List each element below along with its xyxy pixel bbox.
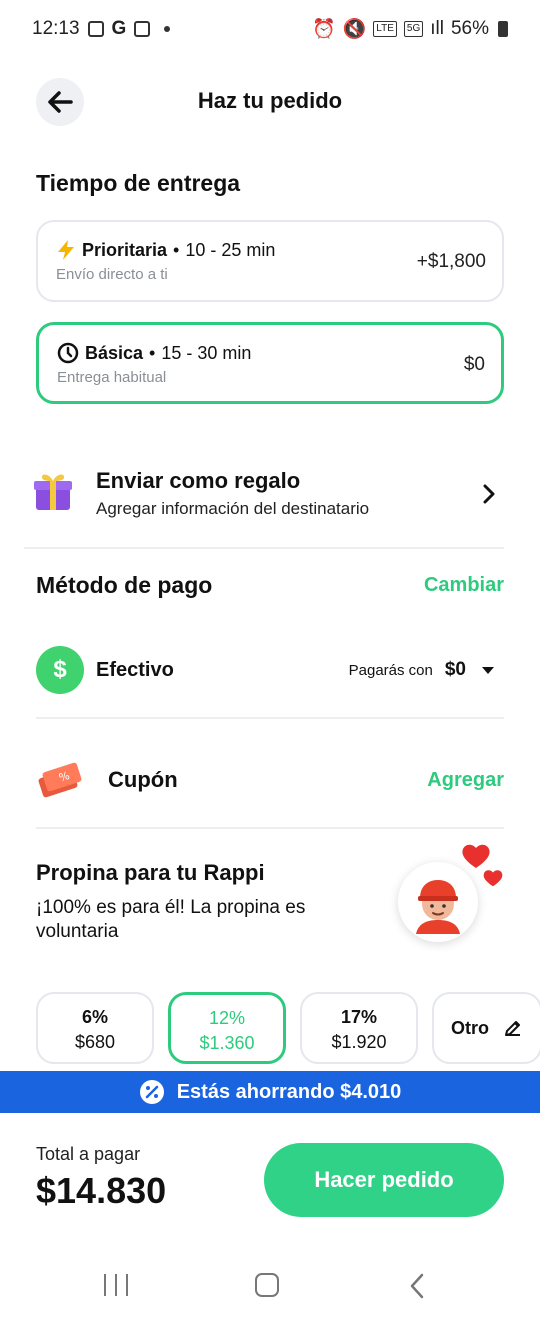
header: Haz tu pedido (0, 76, 540, 126)
divider (24, 547, 504, 549)
tip-percent: 12% (208, 1008, 246, 1028)
status-bar: 12:13 G ⏰ 🔇 LTE 5G ıll 56% (0, 0, 540, 58)
change-payment-button[interactable]: Cambiar (424, 574, 504, 597)
caret-down-icon (482, 666, 494, 674)
pay-with-selector[interactable]: Pagarás con $0 (349, 659, 494, 681)
delivery-section-title: Tiempo de entrega (36, 170, 241, 196)
tip-options: 6% $680 12% $1.360 17% $1.920 Otro (36, 992, 540, 1064)
tip-other-label: Otro (451, 1017, 489, 1038)
courier-icon (416, 880, 460, 934)
delivery-option-name: Básica (85, 342, 144, 363)
delivery-option-price: +$1,800 (416, 251, 486, 272)
system-back-button[interactable] (408, 1272, 426, 1300)
discount-badge-icon (139, 1080, 164, 1104)
tip-amount: $1.920 (331, 1032, 387, 1052)
delivery-option-prioritaria[interactable]: Prioritaria • 10 - 25 min Envío directo … (36, 220, 504, 302)
lightning-icon (58, 240, 74, 260)
pay-with-amount: $0 (444, 659, 466, 680)
calendar-icon (134, 21, 151, 37)
tip-option-other[interactable]: Otro (432, 992, 540, 1064)
page-title: Haz tu pedido (197, 88, 343, 113)
divider (36, 717, 504, 719)
courier-avatar (398, 862, 478, 942)
tip-option-17[interactable]: 17% $1.920 (300, 992, 418, 1064)
tip-option-12[interactable]: 12% $1.360 (168, 992, 286, 1064)
place-order-button[interactable]: Hacer pedido (264, 1143, 504, 1217)
payment-section-title: Método de pago (36, 572, 213, 598)
heart-icon (462, 844, 490, 868)
payment-method-row[interactable]: $ Efectivo Pagarás con $0 (36, 646, 504, 696)
gift-subtitle: Agregar información del destinatario (96, 499, 370, 518)
chevron-right-icon (483, 484, 495, 504)
cash-icon: $ (36, 646, 84, 694)
heart-icon (483, 870, 503, 887)
delivery-option-name: Prioritaria (82, 239, 168, 260)
total-amount: $14.830 (36, 1170, 167, 1211)
battery-icon (498, 21, 508, 37)
delivery-option-subtitle: Envío directo a ti (56, 266, 168, 283)
status-time: 12:13 (32, 18, 80, 39)
tip-subtitle: ¡100% es para él! La propina es voluntar… (36, 897, 306, 942)
coupon-label: Cupón (108, 767, 178, 792)
tip-amount: $680 (74, 1032, 116, 1052)
delivery-option-subtitle: Entrega habitual (57, 369, 167, 386)
alarm-icon: ⏰ (311, 19, 336, 40)
tip-percent: 6% (81, 1007, 108, 1027)
divider (36, 827, 504, 829)
delivery-option-eta: 15 - 30 min (161, 342, 252, 363)
home-button[interactable] (255, 1273, 279, 1297)
battery-percent: 56% (450, 18, 489, 39)
network-type-icon: 5G (403, 21, 424, 37)
signal-icon: ıll (430, 18, 444, 39)
gift-icon (34, 474, 72, 510)
clock-icon (57, 342, 79, 364)
delivery-option-basica[interactable]: Básica • 15 - 30 min Entrega habitual $0 (36, 322, 504, 404)
gift-title: Enviar como regalo (96, 468, 301, 493)
pencil-icon (505, 1021, 520, 1036)
notification-dot-icon (164, 26, 171, 32)
send-as-gift-row[interactable]: Enviar como regalo Agregar información d… (32, 462, 504, 528)
payment-method-label: Efectivo (96, 659, 174, 681)
add-coupon-button[interactable]: Agregar (427, 769, 504, 792)
tip-amount: $1.360 (199, 1033, 255, 1053)
tip-percent: 17% (340, 1007, 378, 1027)
delivery-option-eta: 10 - 25 min (185, 239, 276, 260)
tip-option-6[interactable]: 6% $680 (36, 992, 154, 1064)
pay-with-label: Pagarás con (348, 661, 433, 679)
gallery-icon (87, 21, 104, 37)
coupon-icon: % (38, 762, 82, 798)
savings-banner: Estás ahorrando $4.010 (0, 1071, 540, 1113)
system-nav-bar (0, 1250, 540, 1320)
savings-text: Estás ahorrando $4.010 (176, 1080, 402, 1103)
mute-icon: 🔇 (342, 19, 367, 40)
tip-title: Propina para tu Rappi (36, 860, 265, 885)
google-icon: G (111, 18, 127, 39)
delivery-option-price: $0 (463, 354, 485, 375)
volte-icon: LTE (373, 21, 397, 37)
total-label: Total a pagar (36, 1144, 141, 1164)
recent-apps-button[interactable] (104, 1274, 128, 1296)
